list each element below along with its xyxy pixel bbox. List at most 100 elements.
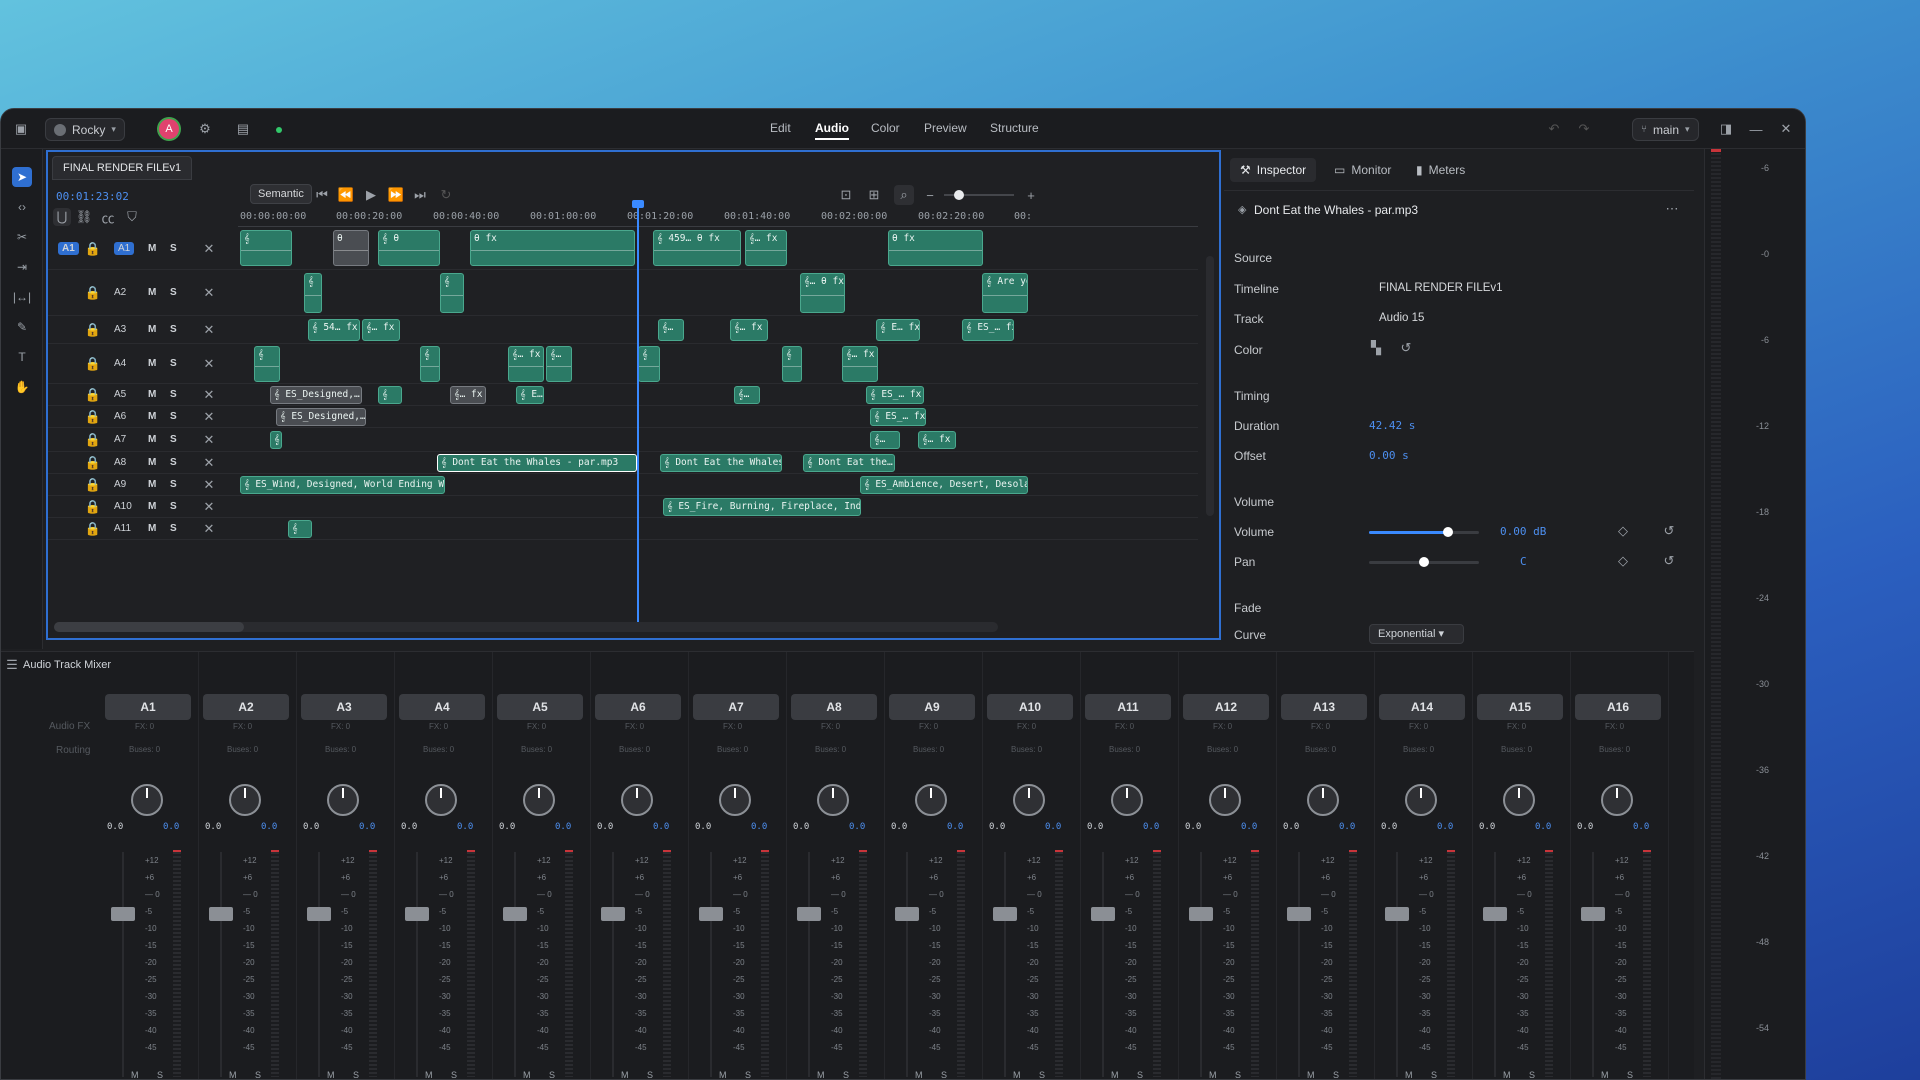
audio-clip[interactable]: 𝄞 [638, 346, 660, 382]
pan-knob[interactable] [1209, 784, 1241, 816]
scrollbar-thumb[interactable] [54, 622, 244, 632]
track-settings-icon[interactable]: ✕ [202, 322, 216, 337]
nav-preview[interactable]: Preview [924, 121, 967, 135]
channel-solo-button[interactable]: S [1333, 1070, 1339, 1079]
channel-solo-button[interactable]: S [1039, 1070, 1045, 1079]
gain-value[interactable]: 0.0 [1185, 822, 1201, 832]
pan-knob[interactable] [1307, 784, 1339, 816]
gain-value[interactable]: 0.0 [499, 822, 515, 832]
audio-clip[interactable]: 𝄞… [870, 431, 900, 449]
solo-button[interactable]: S [170, 324, 177, 335]
channel-name[interactable]: A8 [791, 694, 877, 720]
volume-fader[interactable] [405, 907, 429, 921]
channel-buses[interactable]: Buses: 0 [815, 745, 846, 754]
channel-name[interactable]: A1 [105, 694, 191, 720]
pan-value[interactable]: 0.0 [457, 822, 473, 832]
pan-value[interactable]: 0.0 [1535, 822, 1551, 832]
channel-buses[interactable]: Buses: 0 [1501, 745, 1532, 754]
pan-value[interactable]: 0.0 [849, 822, 865, 832]
pan-knob[interactable] [1405, 784, 1437, 816]
audio-clip[interactable]: 𝄞 E… [516, 386, 544, 404]
volume-fader[interactable] [503, 907, 527, 921]
channel-solo-button[interactable]: S [745, 1070, 751, 1079]
zoom-out-icon[interactable]: − [922, 187, 938, 203]
lock-icon[interactable]: 🔒 [85, 499, 101, 514]
channel-buses[interactable]: Buses: 0 [1599, 745, 1630, 754]
reset-icon[interactable]: ↺ [1399, 340, 1413, 355]
channel-name[interactable]: A9 [889, 694, 975, 720]
channel-buses[interactable]: Buses: 0 [521, 745, 552, 754]
channel-buses[interactable]: Buses: 0 [913, 745, 944, 754]
pan-knob[interactable] [229, 784, 261, 816]
volume-slider-handle[interactable] [1443, 527, 1454, 537]
channel-buses[interactable]: Buses: 0 [325, 745, 356, 754]
channel-buses[interactable]: Buses: 0 [1011, 745, 1042, 754]
pan-knob[interactable] [327, 784, 359, 816]
play-icon[interactable]: ▶ [363, 187, 379, 203]
lock-icon[interactable]: 🔒 [85, 477, 101, 492]
channel-mute-button[interactable]: M [1013, 1070, 1021, 1079]
audio-clip[interactable]: 𝄞… fx [450, 386, 486, 404]
volume-fader[interactable] [1581, 907, 1605, 921]
gain-value[interactable]: 0.0 [597, 822, 613, 832]
audio-clip[interactable]: 𝄞… fx [918, 431, 956, 449]
channel-solo-button[interactable]: S [1431, 1070, 1437, 1079]
channel-fx[interactable]: FX: 0 [527, 722, 546, 731]
channel-mute-button[interactable]: M [1601, 1070, 1609, 1079]
pan-knob[interactable] [1503, 784, 1535, 816]
solo-button[interactable]: S [170, 287, 177, 298]
channel-mute-button[interactable]: M [719, 1070, 727, 1079]
mute-button[interactable]: M [148, 287, 156, 298]
solo-button[interactable]: S [170, 457, 177, 468]
channel-buses[interactable]: Buses: 0 [227, 745, 258, 754]
playhead-handle[interactable] [632, 200, 644, 208]
solo-button[interactable]: S [170, 411, 177, 422]
channel-buses[interactable]: Buses: 0 [129, 745, 160, 754]
channel-name[interactable]: A11 [1085, 694, 1171, 720]
channel-buses[interactable]: Buses: 0 [1305, 745, 1336, 754]
solo-button[interactable]: S [170, 358, 177, 369]
lock-icon[interactable]: 🔒 [85, 432, 101, 447]
lock-icon[interactable]: 🔒 [85, 356, 101, 371]
link-icon[interactable]: ⛓ [76, 209, 93, 225]
channel-name[interactable]: A13 [1281, 694, 1367, 720]
gain-value[interactable]: 0.0 [107, 822, 123, 832]
channel-fx[interactable]: FX: 0 [1115, 722, 1134, 731]
reset-icon[interactable]: ↺ [1662, 553, 1676, 568]
volume-fader[interactable] [1091, 907, 1115, 921]
zoom-slider-handle[interactable] [954, 190, 964, 200]
nav-audio[interactable]: Audio [815, 121, 849, 140]
channel-solo-button[interactable]: S [647, 1070, 653, 1079]
pan-value[interactable]: 0.0 [653, 822, 669, 832]
pan-slider-handle[interactable] [1419, 557, 1429, 567]
mute-button[interactable]: M [148, 243, 156, 254]
channel-fx[interactable]: FX: 0 [1507, 722, 1526, 731]
nav-structure[interactable]: Structure [990, 121, 1039, 135]
track-settings-icon[interactable]: ✕ [202, 432, 216, 447]
nav-edit[interactable]: Edit [770, 121, 791, 135]
channel-solo-button[interactable]: S [1235, 1070, 1241, 1079]
channel-name[interactable]: A6 [595, 694, 681, 720]
reset-icon[interactable]: ↺ [1662, 523, 1676, 538]
volume-fader[interactable] [993, 907, 1017, 921]
range-tool-icon[interactable]: |↔| [12, 287, 32, 307]
channel-name[interactable]: A7 [693, 694, 779, 720]
track-settings-icon[interactable]: ✕ [202, 499, 216, 514]
channel-fx[interactable]: FX: 0 [625, 722, 644, 731]
undo-icon[interactable]: ↶ [1546, 121, 1562, 137]
source-patch[interactable]: A1 [58, 242, 79, 255]
channel-fx[interactable]: FX: 0 [331, 722, 350, 731]
solo-button[interactable]: S [170, 501, 177, 512]
channel-name[interactable]: A5 [497, 694, 583, 720]
gain-value[interactable]: 0.0 [1283, 822, 1299, 832]
channel-name[interactable]: A2 [203, 694, 289, 720]
channel-fx[interactable]: FX: 0 [1605, 722, 1624, 731]
pan-knob[interactable] [1013, 784, 1045, 816]
audio-clip[interactable]: 𝄞 ES_Ambience, Desert, Desolation, C [860, 476, 1028, 494]
skip-back-icon[interactable]: ⏮ [314, 187, 330, 203]
channel-mute-button[interactable]: M [327, 1070, 335, 1079]
mute-button[interactable]: M [148, 501, 156, 512]
pan-knob[interactable] [1111, 784, 1143, 816]
track-settings-icon[interactable]: ✕ [202, 455, 216, 470]
color-swatch-icon[interactable]: ▚ [1369, 340, 1383, 355]
